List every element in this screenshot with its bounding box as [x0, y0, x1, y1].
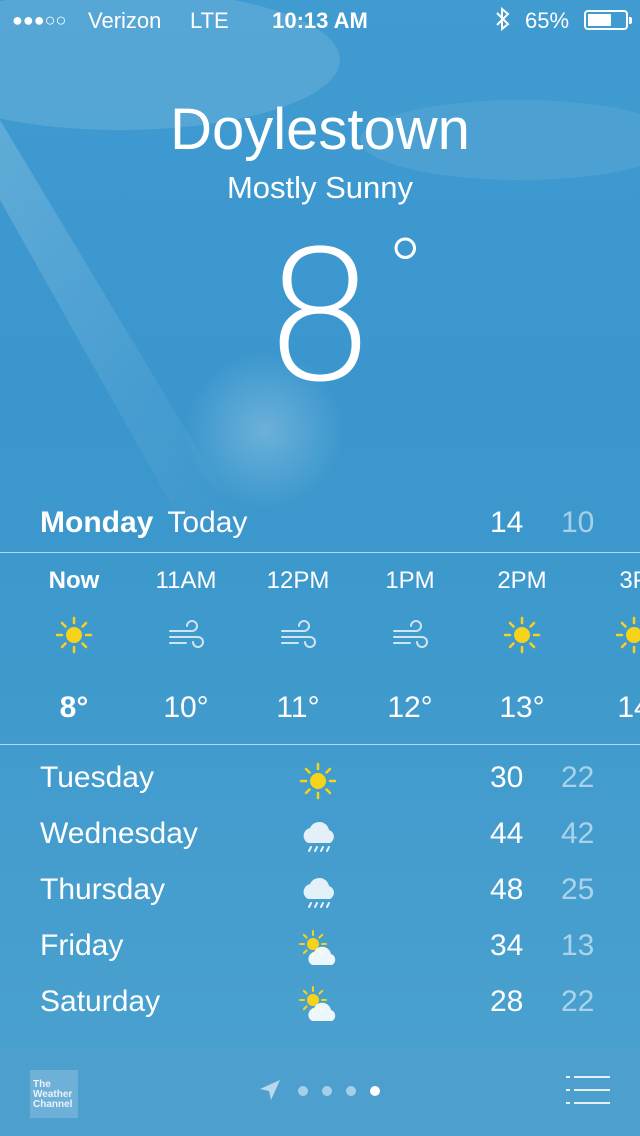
- hour-temperature: 13°: [499, 691, 545, 724]
- today-day: Monday: [40, 506, 154, 539]
- forecast-low: 25: [561, 873, 595, 906]
- forecast-day: Thursday: [40, 873, 166, 906]
- partly-cloudy-icon: [298, 929, 342, 969]
- page-dot[interactable]: [298, 1086, 308, 1096]
- forecast-high: 30: [490, 761, 524, 794]
- today-low: 10: [561, 506, 595, 539]
- bottom-toolbar: The Weather Channel: [0, 1050, 640, 1136]
- today-label: Today: [167, 506, 248, 539]
- forecast-high: 48: [490, 873, 524, 906]
- hour-temperature: 8°: [59, 691, 89, 724]
- sun-icon: [502, 615, 542, 655]
- today-summary: Monday Today 14 10: [40, 506, 600, 546]
- city-name: Doylestown: [170, 97, 470, 162]
- sun-icon: [54, 615, 94, 655]
- hour-temperature: 10°: [163, 691, 209, 724]
- forecast-row: Thursday 48 25: [40, 867, 600, 923]
- forecast-day: Wednesday: [40, 817, 198, 850]
- partly-cloudy-icon: [298, 985, 342, 1025]
- forecast-day: Friday: [40, 929, 124, 962]
- temperature-value: 8: [262, 213, 378, 422]
- forecast-low: 42: [561, 817, 595, 850]
- status-bar: ●●●○○ Verizon LTE 10:13 AM 65%: [0, 0, 640, 40]
- hourly-forecast[interactable]: Now 8° 11AM 10° 12PM 11° 1PM 12° 2PM 13° 3P 1…: [0, 553, 640, 743]
- wind-icon: [390, 615, 430, 655]
- city-list-icon[interactable]: [566, 1074, 610, 1106]
- degree-symbol: °: [385, 221, 426, 314]
- current-temperature: 8 °: [0, 228, 640, 408]
- hour-label: 2PM: [497, 567, 547, 594]
- rain-cloud-icon: [298, 873, 342, 913]
- forecast-row: Wednesday 44 42: [40, 811, 600, 867]
- page-indicator[interactable]: [258, 1078, 388, 1104]
- sun-icon: [298, 761, 342, 801]
- wind-icon: [166, 615, 206, 655]
- today-high: 14: [490, 506, 524, 539]
- hour-label: 11AM: [155, 567, 217, 594]
- page-dot[interactable]: [346, 1086, 356, 1096]
- page-dot-active[interactable]: [370, 1086, 380, 1096]
- forecast-low: 13: [561, 929, 595, 962]
- battery-icon: [584, 10, 632, 30]
- forecast-low: 22: [561, 761, 595, 794]
- sun-icon: [614, 615, 640, 655]
- forecast-day: Tuesday: [40, 761, 154, 794]
- hour-label: Now: [48, 567, 100, 594]
- hour-label: 12PM: [266, 567, 330, 594]
- forecast-day: Saturday: [40, 985, 161, 1018]
- forecast-row: Friday 34 13: [40, 923, 600, 979]
- divider: [0, 744, 640, 745]
- forecast-row: Saturday 28 22: [40, 979, 600, 1035]
- page-dot[interactable]: [322, 1086, 332, 1096]
- hour-temperature: 12°: [387, 691, 433, 724]
- hour-temperature: 11°: [276, 691, 320, 724]
- location-arrow-icon: [258, 1078, 282, 1107]
- battery-percentage: 65%: [525, 8, 570, 33]
- forecast-row: Tuesday 30 22: [40, 755, 600, 811]
- daily-forecast[interactable]: Tuesday 30 22 Wednesday 44 42 Thursday 48 …: [40, 755, 600, 1035]
- hour-temperature: 14: [617, 691, 640, 724]
- weather-channel-logo[interactable]: The Weather Channel: [30, 1070, 78, 1118]
- forecast-high: 34: [490, 929, 524, 962]
- hour-label: 1PM: [385, 567, 435, 594]
- forecast-low: 22: [561, 985, 595, 1018]
- forecast-high: 28: [490, 985, 524, 1018]
- rain-cloud-icon: [298, 817, 342, 857]
- hour-label: 3P: [619, 567, 640, 594]
- condition-text: Mostly Sunny: [226, 170, 414, 205]
- forecast-high: 44: [490, 817, 524, 850]
- bluetooth-icon: [494, 6, 512, 38]
- wind-icon: [278, 615, 318, 655]
